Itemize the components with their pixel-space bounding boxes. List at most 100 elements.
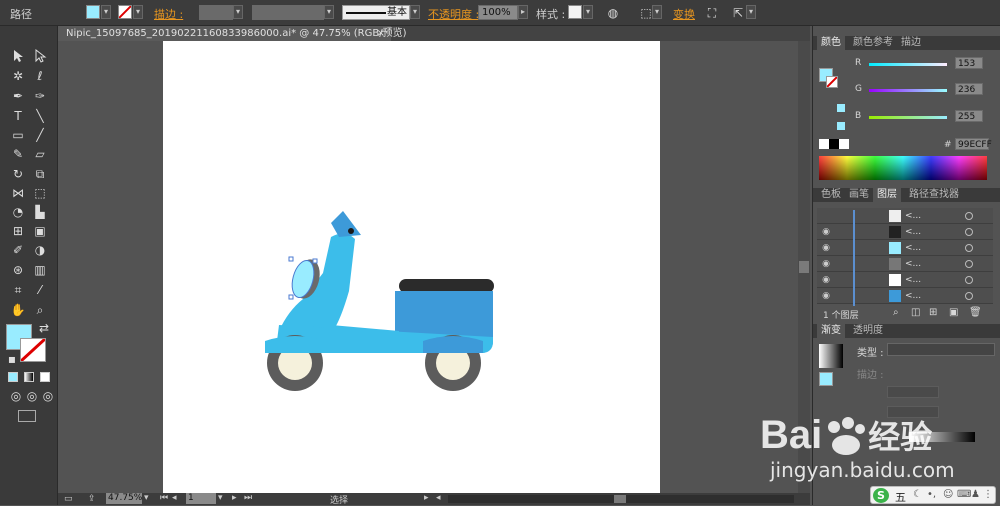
stroke-weight-dropdown-icon[interactable]: ▾ bbox=[233, 5, 243, 19]
rotate-tool-icon[interactable]: ↻ bbox=[10, 166, 26, 182]
fill-dropdown-icon[interactable]: ▾ bbox=[101, 5, 111, 19]
scale-tool-icon[interactable]: ⧉ bbox=[32, 166, 48, 182]
layer-name[interactable]: <... bbox=[905, 272, 921, 288]
layer-name[interactable]: <... bbox=[905, 224, 921, 240]
mesh-tool-icon[interactable]: ⊞ bbox=[10, 223, 26, 239]
more-options-icon[interactable]: ⇱ bbox=[730, 5, 746, 21]
layer-target-icon[interactable] bbox=[965, 228, 973, 236]
zoom-field[interactable]: 47.75% bbox=[106, 493, 142, 504]
b-slider[interactable] bbox=[869, 116, 947, 119]
layer-target-icon[interactable] bbox=[965, 292, 973, 300]
layer-row[interactable]: ◉ <... bbox=[817, 256, 993, 272]
g-slider[interactable] bbox=[869, 89, 947, 92]
artboard-dropdown-icon[interactable]: ▾ bbox=[218, 493, 223, 503]
tab-stroke[interactable]: 描边 bbox=[897, 36, 925, 50]
web-safe-swatch[interactable] bbox=[837, 122, 845, 130]
tab-color-guide[interactable]: 颜色参考 bbox=[849, 36, 897, 50]
layer-target-icon[interactable] bbox=[965, 276, 973, 284]
shape-builder-tool-icon[interactable]: ◔ bbox=[10, 204, 26, 220]
tab-pathfinder[interactable]: 路径查找器 bbox=[905, 188, 963, 202]
new-layer-icon[interactable]: ▣ bbox=[949, 307, 958, 318]
screen-mode-icon[interactable] bbox=[18, 410, 36, 422]
ime-grid-icon[interactable]: ⋮ bbox=[983, 489, 993, 500]
swap-fill-stroke-icon[interactable]: ⇄ bbox=[36, 320, 52, 336]
draw-normal-icon[interactable]: ◎ bbox=[8, 388, 24, 404]
color-mode-icon[interactable] bbox=[8, 372, 18, 382]
zoom-out-icon[interactable]: ▭ bbox=[64, 494, 73, 504]
align-dropdown-icon[interactable]: ▾ bbox=[652, 5, 662, 19]
none-black-white-swatches[interactable] bbox=[819, 139, 849, 149]
line-tool-icon[interactable]: ╲ bbox=[32, 108, 48, 124]
eraser-tool-icon[interactable]: ▱ bbox=[32, 146, 48, 162]
variable-width-field[interactable] bbox=[252, 5, 324, 20]
tab-swatches[interactable]: 色板 bbox=[817, 188, 845, 202]
eyedropper-tool-icon[interactable]: ✐ bbox=[10, 242, 26, 258]
status-menu-icon[interactable]: ▸ bbox=[424, 493, 429, 503]
artboard[interactable] bbox=[163, 41, 660, 493]
visibility-eye-icon[interactable]: ◉ bbox=[819, 256, 833, 272]
locate-object-icon[interactable]: ⌕ bbox=[893, 307, 899, 318]
zoom-dropdown-icon[interactable]: ▾ bbox=[144, 493, 149, 503]
visibility-eye-icon[interactable]: ◉ bbox=[819, 272, 833, 288]
horizontal-scroll-thumb[interactable] bbox=[614, 495, 626, 503]
ime-user-icon[interactable]: ♟ bbox=[971, 489, 980, 500]
slice-tool-icon[interactable]: ⁄ bbox=[32, 282, 48, 298]
isolate-icon[interactable]: ⛶ bbox=[704, 5, 720, 21]
more-options-dropdown-icon[interactable]: ▾ bbox=[746, 5, 756, 19]
gradient-preview[interactable] bbox=[819, 344, 843, 368]
new-sublayer-icon[interactable]: ⊞ bbox=[929, 307, 937, 318]
horizontal-scroll-track[interactable] bbox=[448, 495, 794, 503]
layer-name[interactable]: <... bbox=[905, 288, 921, 304]
layer-row[interactable]: ◉ <... bbox=[817, 272, 993, 288]
stroke-color-box[interactable] bbox=[20, 338, 46, 362]
gradient-mode-icon[interactable] bbox=[24, 372, 34, 382]
layer-name[interactable]: <... bbox=[905, 240, 921, 256]
r-slider[interactable] bbox=[869, 63, 947, 66]
default-colors-icon[interactable]: ▪ bbox=[4, 351, 20, 367]
last-artboard-icon[interactable]: ⏭ bbox=[244, 493, 252, 503]
artboard-tool-icon[interactable]: ⌗ bbox=[10, 282, 26, 298]
layer-row[interactable]: ◉ <... bbox=[817, 224, 993, 240]
stroke-profile-field[interactable]: 基本 bbox=[342, 5, 410, 20]
tab-transparency[interactable]: 透明度 bbox=[849, 324, 887, 338]
draw-inside-icon[interactable]: ◎ bbox=[40, 388, 56, 404]
blend-tool-icon[interactable]: ◑ bbox=[32, 242, 48, 258]
layer-row[interactable]: ◉ <... bbox=[817, 240, 993, 256]
visibility-eye-icon[interactable]: ◉ bbox=[819, 288, 833, 304]
ime-keyboard-icon[interactable]: ⌨ bbox=[957, 489, 971, 500]
hand-tool-icon[interactable]: ✋ bbox=[10, 302, 26, 318]
layer-name[interactable]: <... bbox=[905, 208, 921, 224]
column-graph-tool-icon[interactable]: ▥ bbox=[32, 262, 48, 278]
transform-label[interactable]: 变换 bbox=[673, 6, 695, 22]
visibility-eye-icon[interactable]: ◉ bbox=[819, 240, 833, 256]
stroke-dropdown-icon[interactable]: ▾ bbox=[133, 5, 143, 19]
prev-artboard-icon[interactable]: ◂ bbox=[172, 493, 177, 503]
layer-row[interactable]: <... bbox=[817, 208, 993, 224]
vertical-scroll-thumb[interactable] bbox=[799, 261, 809, 273]
first-artboard-icon[interactable]: ⏮ bbox=[160, 493, 168, 503]
close-tab-icon[interactable]: × bbox=[377, 26, 385, 41]
layer-row[interactable]: ◉ <... bbox=[817, 288, 993, 304]
hex-value[interactable]: 99ECFF bbox=[955, 138, 992, 150]
tab-color[interactable]: 颜色 bbox=[817, 36, 845, 50]
visibility-eye-icon[interactable] bbox=[819, 208, 833, 224]
fill-swatch[interactable] bbox=[86, 5, 100, 19]
color-spectrum[interactable] bbox=[819, 156, 987, 180]
ime-moon-icon[interactable]: ☾ bbox=[913, 489, 922, 500]
recolor-artwork-icon[interactable]: ◍ bbox=[605, 5, 621, 21]
out-of-gamut-swatch[interactable] bbox=[837, 104, 845, 112]
lasso-tool-icon[interactable]: ℓ bbox=[32, 68, 48, 84]
layer-target-icon[interactable] bbox=[965, 212, 973, 220]
style-dropdown-icon[interactable]: ▾ bbox=[583, 5, 593, 19]
opacity-dropdown-icon[interactable]: ▸ bbox=[518, 5, 528, 19]
layer-name[interactable]: <... bbox=[905, 256, 921, 272]
stroke-profile-dropdown-icon[interactable]: ▾ bbox=[410, 5, 420, 19]
stroke-weight-field[interactable] bbox=[199, 5, 233, 20]
sogou-logo-icon[interactable]: S bbox=[873, 488, 889, 503]
share-icon[interactable]: ⇪ bbox=[88, 494, 96, 504]
ime-punct-icon[interactable]: •, bbox=[927, 489, 936, 500]
make-clipping-mask-icon[interactable]: ◫ bbox=[911, 307, 920, 318]
stroke-swatch[interactable] bbox=[118, 5, 132, 19]
variable-width-dropdown-icon[interactable]: ▾ bbox=[324, 5, 334, 19]
gradient-fill-box[interactable] bbox=[819, 372, 833, 386]
